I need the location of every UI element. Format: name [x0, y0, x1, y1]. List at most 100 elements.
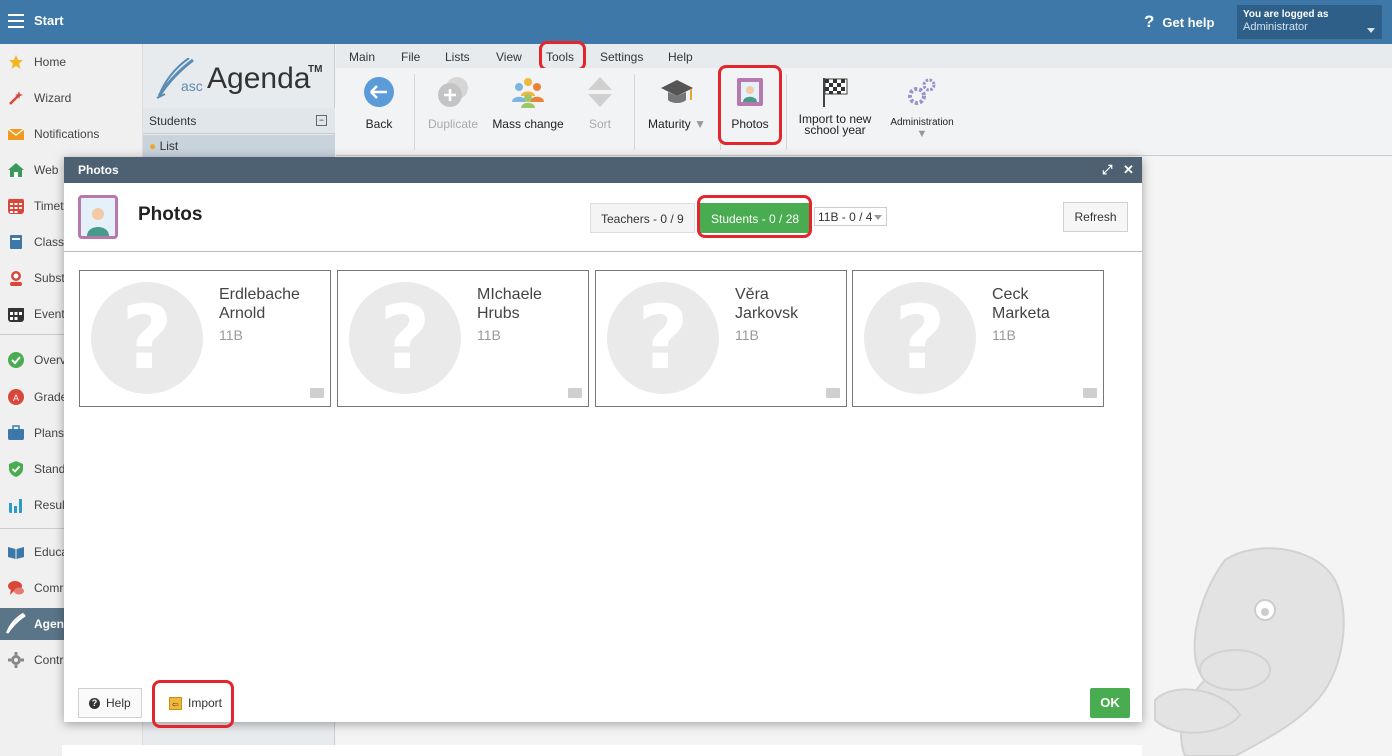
sidebar-item-label: Subst: [34, 271, 65, 285]
question-icon: ?: [1144, 12, 1155, 31]
menu-lists[interactable]: Lists: [445, 50, 470, 64]
maturity-button[interactable]: Maturity ▼: [644, 76, 710, 131]
start-button[interactable]: Start: [34, 13, 64, 28]
teachers-tab[interactable]: Teachers - 0 / 9: [590, 203, 695, 233]
sidebar-item-label: Resul: [34, 498, 65, 512]
user-dropdown[interactable]: You are logged as Administrator: [1237, 5, 1382, 39]
maturity-label: Maturity: [648, 117, 691, 131]
person-icon: [10, 271, 22, 286]
chat-icon: [8, 581, 24, 595]
maximize-icon[interactable]: ⤢: [1102, 162, 1112, 178]
folder-icon[interactable]: [310, 388, 324, 398]
asc-agenda-logo: asc Agenda TM: [151, 54, 327, 104]
chevron-down-icon: [1367, 28, 1375, 33]
collapse-icon[interactable]: −: [316, 115, 327, 126]
sidebar-item-home[interactable]: Home: [0, 47, 143, 77]
sidebar-item-wizard[interactable]: Wizard: [0, 83, 143, 113]
folder-icon[interactable]: [1083, 388, 1097, 398]
mascot-illustration: [1154, 547, 1345, 756]
class-select-value: 11B - 0 / 4: [818, 210, 873, 224]
checkered-flag-icon: [823, 78, 848, 107]
menu-help[interactable]: Help: [668, 50, 693, 64]
sidebar-item-label: Plans: [34, 426, 65, 440]
sidebar-item-label: Contr: [34, 653, 64, 667]
back-arrow-icon: [364, 77, 394, 107]
help-label: Help: [106, 696, 131, 710]
placeholder-photo-icon[interactable]: ?: [607, 282, 719, 394]
calendar-icon: [8, 308, 24, 322]
graduation-cap-icon: [661, 80, 693, 103]
sidebar-item-label: Wizard: [34, 91, 72, 105]
sidebar-item-label: Web: [34, 163, 59, 177]
toolbar-separator: [786, 74, 787, 150]
user-role: Administrator: [1243, 21, 1308, 33]
students-section-header[interactable]: Students −: [143, 108, 335, 134]
wand-icon: [9, 91, 23, 105]
placeholder-photo-icon[interactable]: ?: [864, 282, 976, 394]
administration-label: Administration: [890, 117, 954, 128]
back-button[interactable]: Back: [356, 76, 402, 131]
menu-file[interactable]: File: [401, 50, 420, 64]
logged-as-label: You are logged as: [1243, 9, 1329, 20]
mass-change-label: Mass change: [492, 117, 564, 131]
duplicate-button[interactable]: Duplicate: [424, 76, 482, 131]
open-book-icon: [8, 547, 24, 559]
sort-icon: [588, 77, 612, 107]
photos-dialog: Photos ⤢ ✕ Photos Teachers - 0 / 9 Stude…: [64, 157, 1142, 722]
person-small-icon: ●: [149, 139, 157, 153]
hamburger-menu-icon[interactable]: [8, 14, 24, 28]
dialog-heading: Photos: [138, 204, 203, 225]
photo-card[interactable]: ? Ceck Marketa 11B: [852, 270, 1104, 407]
photo-card[interactable]: ? Erdlebache Arnold 11B: [79, 270, 331, 407]
folder-icon[interactable]: [568, 388, 582, 398]
house-icon: [8, 163, 24, 177]
photo-card[interactable]: ? MIchaele Hrubs 11B: [337, 270, 589, 407]
administration-button[interactable]: Administration ▼: [884, 76, 960, 140]
placeholder-photo-icon[interactable]: ?: [349, 282, 461, 394]
sidebar-item-label: Timet: [34, 199, 64, 213]
calendar-grid-icon: [8, 199, 24, 214]
close-icon[interactable]: ✕: [1123, 162, 1134, 178]
header-divider: [64, 251, 1142, 252]
photo-card[interactable]: ? Věra Jarkovsk 11B: [595, 270, 847, 407]
star-icon: [9, 55, 23, 69]
placeholder-photo-icon[interactable]: ?: [91, 282, 203, 394]
students-list-item[interactable]: ● List: [143, 135, 335, 157]
menu-main[interactable]: Main: [349, 50, 375, 64]
sidebar-item-label: Notifications: [34, 127, 100, 141]
briefcase-icon: [8, 425, 24, 440]
menu-settings[interactable]: Settings: [600, 50, 643, 64]
logo-asc: asc: [181, 78, 203, 94]
import-new-year-button[interactable]: Import to new school year: [796, 76, 874, 136]
help-button[interactable]: ? Help: [78, 688, 142, 718]
dropdown-arrow-icon: ▼: [916, 128, 928, 140]
student-name: Ceck Marketa: [992, 286, 1050, 322]
dropdown-arrow-icon: ▼: [694, 117, 706, 131]
group-people-icon: [512, 78, 544, 108]
import-label-line2: school year: [804, 123, 866, 137]
toolbar-separator: [414, 74, 415, 150]
logo-tm: TM: [308, 64, 323, 75]
toolbar-separator: [634, 74, 635, 150]
sidebar-item-label: Class: [34, 235, 65, 249]
sidebar-item-label: Home: [34, 55, 67, 69]
mass-change-button[interactable]: Mass change: [490, 76, 566, 131]
get-help-button[interactable]: ? Get help: [1144, 12, 1214, 32]
ok-button[interactable]: OK: [1090, 688, 1130, 718]
student-name: MIchaele Hrubs: [477, 286, 542, 322]
bar-chart-icon: [9, 499, 22, 513]
highlight-tools: [539, 41, 586, 71]
grade-icon: A: [8, 389, 24, 405]
menu-bar: Main File Lists View Tools Settings Help: [336, 44, 1392, 68]
student-class: 11B: [992, 327, 1016, 343]
class-select[interactable]: 11B - 0 / 4: [814, 207, 887, 226]
folder-icon[interactable]: [826, 388, 840, 398]
highlight-students-tab: [697, 195, 812, 238]
sidebar-item-notifications[interactable]: Notifications: [0, 119, 143, 149]
student-class: 11B: [477, 327, 501, 343]
sidebar-item-label: Event: [34, 307, 65, 321]
menu-view[interactable]: View: [496, 50, 522, 64]
ribbon-toolbar: Back Duplicate Mass change Sort Maturity…: [336, 68, 1392, 156]
sort-button[interactable]: Sort: [580, 76, 620, 131]
refresh-button[interactable]: Refresh: [1063, 202, 1128, 232]
